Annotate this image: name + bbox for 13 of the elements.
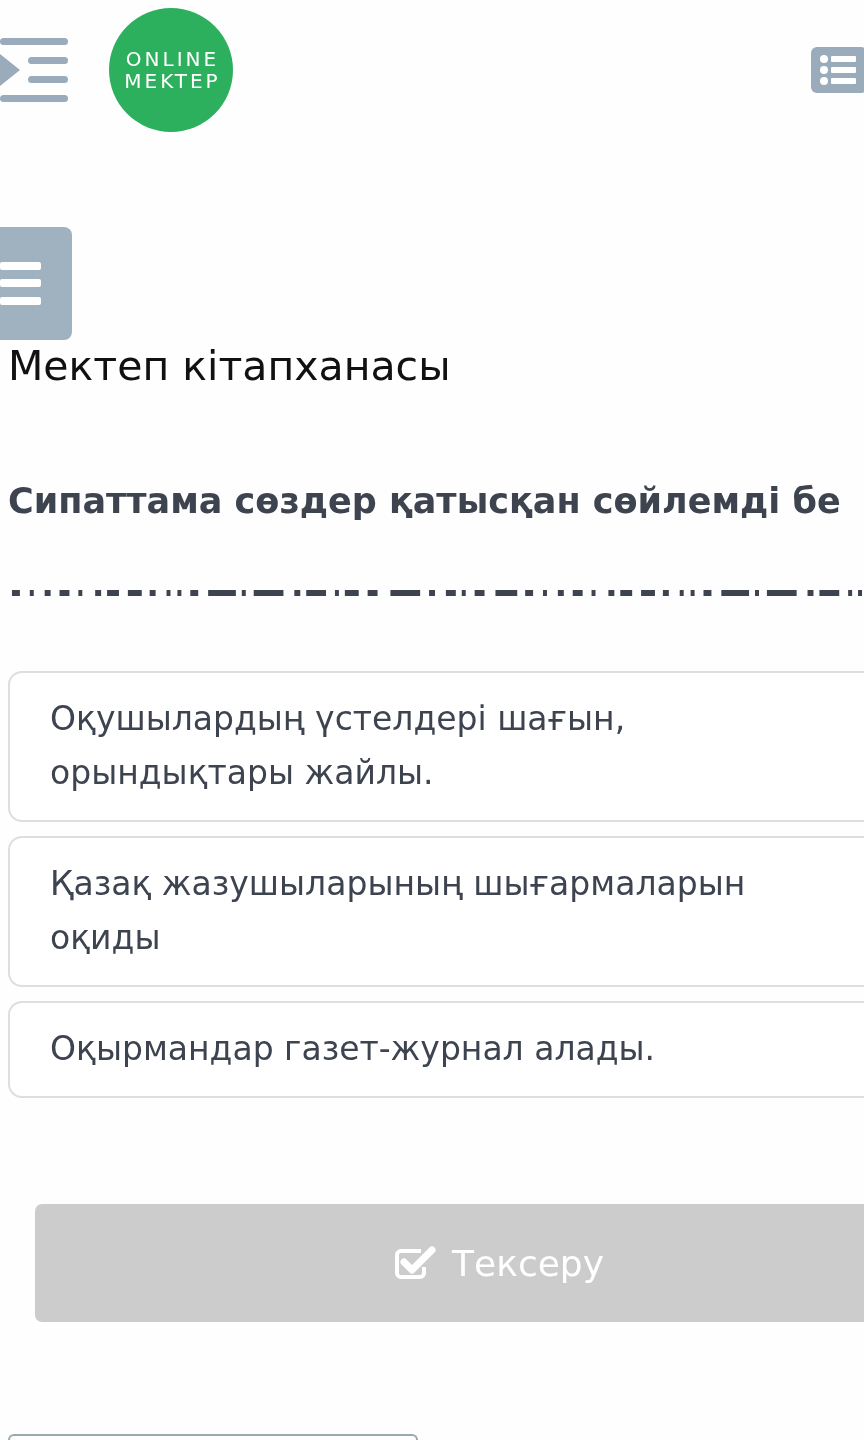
checked-box-icon — [394, 1245, 436, 1281]
answer-option[interactable]: Қазақ жазушыларының шығармаларын оқиды — [8, 836, 864, 987]
logo-text: MEKTEP — [124, 71, 221, 91]
logo-text: ONLINE — [125, 49, 220, 69]
sidebar-button[interactable] — [0, 227, 72, 340]
answer-option[interactable]: Оқырмандар газет-журнал алады. — [8, 1001, 864, 1098]
list-button[interactable] — [811, 46, 864, 93]
indent-icon[interactable] — [0, 38, 68, 102]
lesson-title: Мектеп кітапханасы — [8, 341, 451, 392]
answer-option[interactable]: Оқушылардың үстелдері шағын, орындықтары жайлы. — [8, 671, 864, 822]
menu-icon — [0, 262, 41, 305]
list-icon — [820, 54, 856, 85]
question-text: Сипаттама сөздер қатысқан сөйлемді бе — [8, 480, 841, 522]
